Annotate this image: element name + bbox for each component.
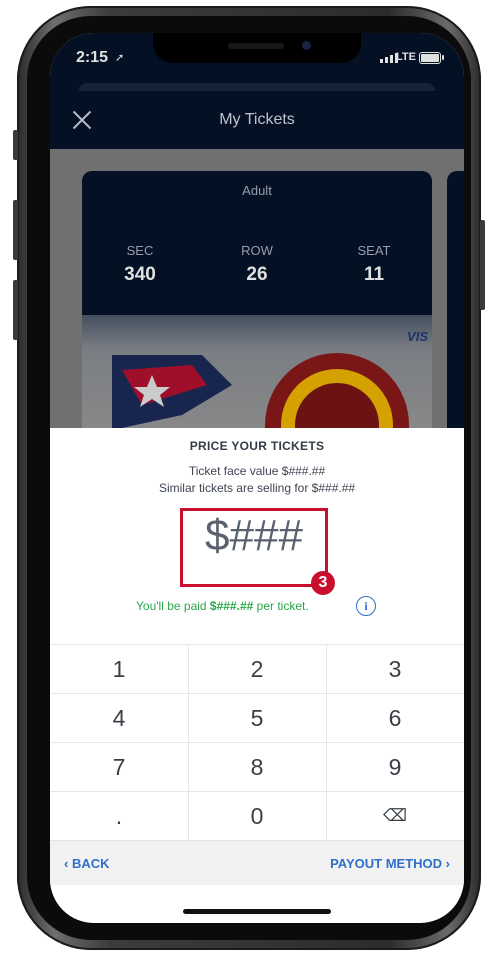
key-8[interactable]: 8 (188, 754, 326, 781)
dim-overlay (50, 33, 464, 428)
backspace-icon[interactable]: ⌫ (326, 806, 464, 826)
back-button[interactable]: ‹ BACK (64, 856, 110, 871)
info-icon[interactable]: i (356, 596, 376, 616)
payout-text: You'll be paid $###.## per ticket. (136, 599, 309, 613)
mute-switch (13, 130, 18, 160)
similar-tickets-text: Similar tickets are selling for $###.## (158, 481, 356, 495)
home-indicator[interactable] (183, 909, 331, 914)
phone-screen: 2:15 ➚ LTE My Tickets Adult SEC 340 ROW … (50, 33, 464, 923)
payout-amount: $###.## (209, 599, 254, 613)
key-1[interactable]: 1 (50, 656, 188, 683)
numeric-keypad: 1 2 3 4 5 6 7 8 9 . 0 ⌫ (50, 644, 464, 840)
volume-up-button (13, 200, 18, 260)
keypad-divider (50, 644, 464, 645)
power-button (480, 220, 485, 310)
key-7[interactable]: 7 (50, 754, 188, 781)
key-3[interactable]: 3 (326, 656, 464, 683)
payout-suffix: per ticket. (253, 599, 309, 613)
price-section-title: PRICE YOUR TICKETS (189, 439, 325, 453)
volume-down-button (13, 280, 18, 340)
step-badge: 3 (311, 571, 335, 595)
key-5[interactable]: 5 (188, 705, 326, 732)
keypad-divider (50, 742, 464, 743)
price-input[interactable]: $### (180, 511, 328, 561)
keypad-divider (50, 693, 464, 694)
face-value-text: Ticket face value $###.## (188, 464, 326, 478)
footer-nav: ‹ BACK PAYOUT METHOD › (50, 840, 464, 885)
key-6[interactable]: 6 (326, 705, 464, 732)
key-4[interactable]: 4 (50, 705, 188, 732)
key-0[interactable]: 0 (188, 803, 326, 830)
payout-method-button[interactable]: PAYOUT METHOD › (330, 856, 450, 871)
payout-prefix: You'll be paid (136, 599, 210, 613)
keypad-divider (50, 791, 464, 792)
key-decimal[interactable]: . (50, 803, 188, 830)
key-9[interactable]: 9 (326, 754, 464, 781)
key-2[interactable]: 2 (188, 656, 326, 683)
